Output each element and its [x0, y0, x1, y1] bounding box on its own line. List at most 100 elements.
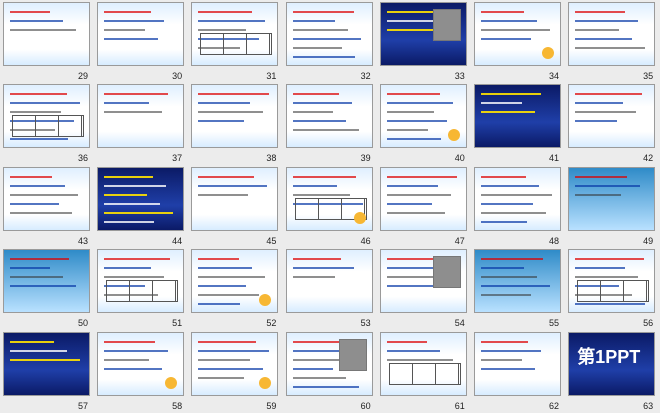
slide-text-line [198, 276, 266, 279]
slide-text-line [10, 138, 68, 141]
slide-text-line [198, 184, 268, 187]
slide-thumbnail-cell: 51 [94, 247, 188, 329]
slide-number: 51 [172, 318, 183, 329]
slide-number: 37 [172, 153, 183, 164]
slide-text-line [386, 193, 451, 196]
slide-sorter-grid: 29 30 31 32 33 34 35 36 37 38 39 40 41 42 43 44 45 46 47 48… [0, 0, 660, 413]
slide-thumbnail[interactable]: 第1PPT [568, 331, 656, 396]
slide-thumbnail-cell: 46 [283, 165, 377, 247]
slide-text-line [481, 93, 541, 96]
slide-thumbnail[interactable] [3, 2, 90, 66]
slide-thumbnail[interactable] [97, 2, 185, 66]
slide-thumbnail[interactable] [285, 166, 373, 231]
slide-thumbnail[interactable] [3, 166, 90, 231]
slide-text-line [292, 129, 359, 132]
slide-thumbnail[interactable] [191, 331, 279, 396]
slide-number: 56 [643, 318, 654, 329]
slide-text-line [198, 340, 257, 343]
slide-thumbnail[interactable] [568, 166, 656, 231]
slide-thumbnail[interactable] [474, 249, 561, 314]
slide-text-line [386, 120, 447, 123]
slide-number: 52 [266, 318, 277, 329]
slide-cartoon-icon [542, 47, 554, 59]
slide-text-line [104, 184, 167, 187]
slide-thumbnail-cell: 43 [0, 165, 94, 247]
slide-thumbnail[interactable] [379, 331, 467, 396]
slide-thumbnail[interactable] [568, 84, 656, 149]
slide-text-line [10, 340, 54, 343]
slide-thumbnail-cell: 32 [283, 0, 377, 82]
slide-text-line [292, 47, 342, 49]
slide-thumbnail-cell: 40 [377, 82, 471, 164]
slide-text-line [10, 111, 61, 114]
slide-photo [338, 338, 367, 371]
slide-text-line [481, 11, 524, 13]
slide-text-line [292, 385, 359, 388]
slide-thumbnail-cell: 31 [188, 0, 282, 82]
slide-text-line [198, 376, 245, 379]
slide-text-line [481, 202, 533, 205]
slide-text-line [292, 20, 335, 22]
slide-number: 39 [360, 153, 371, 164]
slide-text-line [481, 358, 522, 361]
slide-text-line [10, 20, 63, 22]
slide-number: 44 [172, 235, 183, 246]
slide-thumbnail[interactable] [191, 2, 279, 66]
slide-thumbnail[interactable] [3, 249, 90, 314]
slide-thumbnail[interactable] [3, 84, 90, 149]
slide-thumbnail[interactable] [568, 2, 656, 66]
slide-thumbnail[interactable] [97, 166, 185, 231]
slide-thumbnail[interactable] [285, 2, 373, 66]
slide-text-line [292, 102, 352, 105]
slide-number: 50 [77, 318, 88, 329]
slide-thumbnail-cell: 58 [94, 330, 188, 412]
slide-thumbnail[interactable] [474, 2, 561, 66]
slide-text-line [198, 285, 247, 288]
slide-text-line [104, 11, 152, 13]
slide-text-line [575, 267, 626, 270]
slide-cartoon-icon [259, 376, 272, 389]
slide-text-line [575, 29, 620, 31]
slide-text-line [104, 93, 169, 96]
slide-thumbnail[interactable] [285, 84, 373, 149]
slide-thumbnail[interactable] [97, 331, 185, 396]
slide-text-line [575, 111, 637, 114]
slide-thumbnail[interactable] [379, 166, 467, 231]
slide-text-line [292, 258, 341, 261]
slide-text-line [198, 11, 253, 13]
slide-thumbnail[interactable] [285, 331, 373, 396]
slide-thumbnail[interactable] [191, 166, 279, 231]
slide-thumbnail-cell: 34 [471, 0, 565, 82]
slide-thumbnail[interactable] [97, 84, 185, 149]
slide-thumbnail[interactable] [191, 249, 279, 314]
slide-text-line [10, 102, 80, 105]
slide-text-line [481, 211, 546, 214]
slide-thumbnail[interactable] [474, 84, 561, 149]
slide-text-line [198, 258, 240, 261]
slide-thumbnail[interactable] [285, 249, 373, 314]
slide-text-line [10, 211, 72, 214]
slide-text-line [104, 276, 165, 279]
slide-thumbnail[interactable] [379, 84, 467, 149]
slide-text-line [292, 29, 348, 31]
slide-thumbnail[interactable] [379, 2, 467, 66]
slide-text-line [10, 267, 50, 270]
slide-table [12, 115, 84, 138]
slide-thumbnail[interactable] [379, 249, 467, 314]
slide-thumbnail-cell: 54 [377, 247, 471, 329]
slide-text-line [292, 11, 354, 13]
slide-thumbnail-cell: 52 [188, 247, 282, 329]
slide-text-line [481, 20, 537, 22]
slide-thumbnail[interactable] [474, 331, 561, 396]
slide-text-line [386, 102, 453, 105]
slide-thumbnail[interactable] [474, 166, 561, 231]
slide-text-line [10, 349, 67, 352]
slide-text-line [198, 29, 247, 31]
slide-thumbnail[interactable] [568, 249, 656, 314]
slide-thumbnail[interactable] [97, 249, 185, 314]
slide-text-line [198, 294, 260, 297]
slide-thumbnail[interactable] [191, 84, 279, 149]
slide-thumbnail-cell: 57 [0, 330, 94, 412]
slide-text-line [10, 193, 78, 196]
slide-thumbnail[interactable] [3, 331, 90, 396]
